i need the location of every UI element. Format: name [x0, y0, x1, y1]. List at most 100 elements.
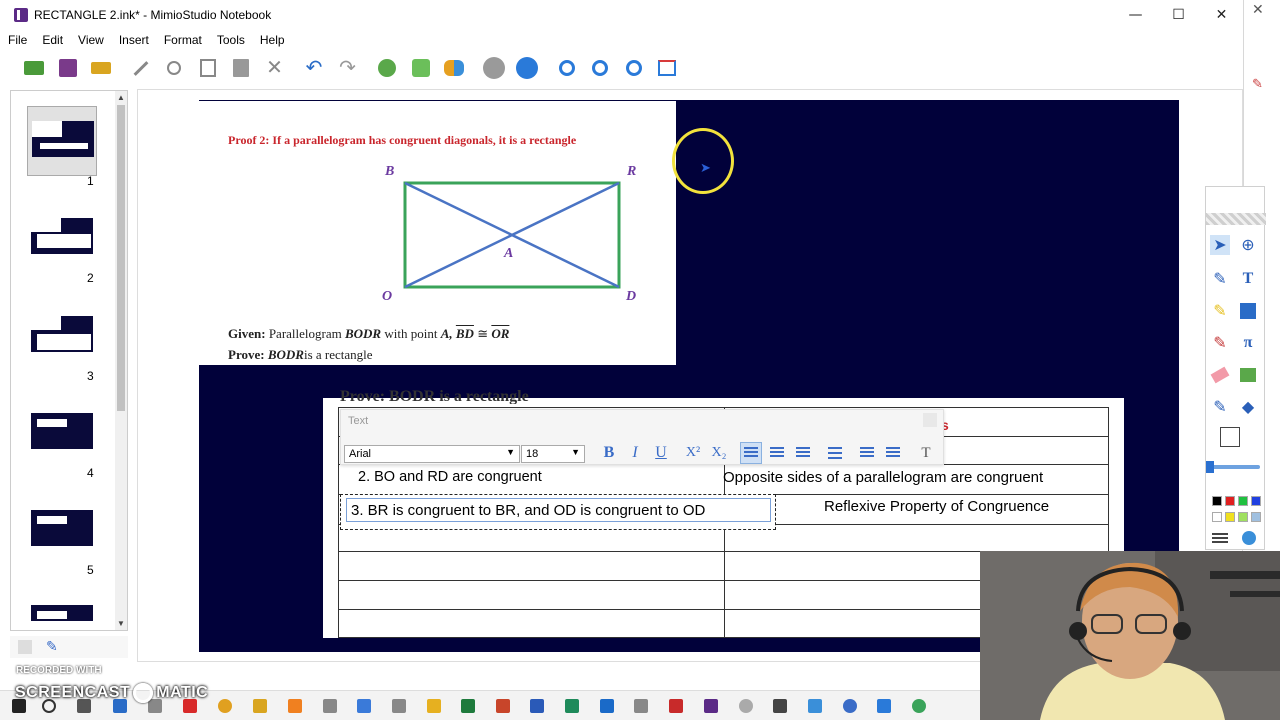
color-swatch[interactable]	[1212, 496, 1222, 506]
taskbar-app-icon[interactable]	[253, 699, 267, 713]
palette-icon[interactable]	[1242, 531, 1256, 545]
color-swatch[interactable]	[1251, 496, 1261, 506]
back-button[interactable]	[480, 54, 508, 82]
mimio-taskbar-icon[interactable]	[704, 699, 718, 713]
publisher-icon[interactable]	[565, 699, 579, 713]
taskbar-app-icon[interactable]	[843, 699, 857, 713]
slide-thumbnail-5[interactable]	[27, 496, 97, 566]
menu-view[interactable]: View	[70, 33, 111, 47]
minimize-button[interactable]: —	[1114, 0, 1157, 30]
clear-format-button[interactable]: T	[915, 442, 937, 464]
color-swatch[interactable]	[1238, 512, 1248, 522]
scroll-down-icon[interactable]: ▼	[117, 619, 125, 628]
file-explorer-icon[interactable]	[427, 699, 441, 713]
taskbar-app-icon[interactable]	[634, 699, 648, 713]
align-left-button[interactable]	[740, 442, 762, 464]
zoom-tool-icon[interactable]: ⊕	[1238, 235, 1258, 255]
recognition-tool-icon[interactable]: ✎	[1210, 333, 1230, 353]
superscript-button[interactable]: X²	[682, 442, 704, 464]
undo-button[interactable]: ↶	[300, 54, 328, 82]
edit-pen-icon[interactable]: ✎	[46, 638, 58, 655]
menu-tools[interactable]: Tools	[209, 33, 252, 47]
add-object-button[interactable]	[407, 54, 435, 82]
subscript-button[interactable]: X₂	[708, 442, 730, 464]
slide-thumbnail-1[interactable]	[27, 106, 97, 176]
outlook-icon[interactable]	[600, 699, 614, 713]
taskbar-app-icon[interactable]	[357, 699, 371, 713]
powerpoint-icon[interactable]	[496, 699, 510, 713]
math-tool-icon[interactable]: π	[1238, 333, 1258, 353]
cut-button[interactable]	[160, 54, 188, 82]
collaborate-button[interactable]	[440, 54, 468, 82]
recognize-button[interactable]	[127, 54, 155, 82]
color-swatch[interactable]	[1251, 512, 1261, 522]
shape-tool-icon[interactable]	[1238, 301, 1258, 321]
zoom-out-button[interactable]	[586, 54, 614, 82]
taskbar-app-icon[interactable]	[773, 699, 787, 713]
text-tool-icon[interactable]: T	[1238, 269, 1258, 289]
menu-insert[interactable]: Insert	[111, 33, 156, 47]
thumbnail-scrollbar[interactable]: ▲ ▼	[115, 91, 127, 630]
taskbar-app-icon[interactable]	[739, 699, 753, 713]
text-toolbar-close-button[interactable]	[923, 413, 937, 427]
slide-thumbnail-3[interactable]	[27, 302, 97, 372]
color-swatch[interactable]	[1238, 496, 1248, 506]
eraser-tool-icon[interactable]	[1210, 365, 1230, 385]
slide-thumbnail-2[interactable]	[27, 204, 97, 274]
fill-tool-icon[interactable]: ◆	[1238, 397, 1258, 417]
align-center-button[interactable]	[766, 442, 788, 464]
redo-button[interactable]: ↷	[334, 54, 362, 82]
taskbar-app-icon[interactable]	[323, 699, 337, 713]
color-preview-icon[interactable]	[1220, 427, 1240, 447]
tools-panel-grip[interactable]	[1206, 213, 1266, 225]
font-size-select[interactable]: 18 ▼	[521, 445, 585, 463]
menu-file[interactable]: File	[0, 33, 34, 47]
maximize-button[interactable]: ☐	[1157, 0, 1200, 30]
menu-help[interactable]: Help	[252, 33, 292, 47]
copy-button[interactable]	[194, 54, 222, 82]
close-button[interactable]: ✕	[1200, 0, 1243, 30]
eyedropper-tool-icon[interactable]: ✎	[1210, 397, 1230, 417]
underline-button[interactable]: U	[650, 442, 672, 464]
screen-capture-button[interactable]	[653, 54, 681, 82]
line-width-slider[interactable]	[1210, 465, 1260, 469]
color-swatch[interactable]	[1225, 496, 1235, 506]
pen-tool-icon[interactable]: ✎	[1210, 269, 1230, 289]
outdent-button[interactable]	[856, 442, 878, 464]
italic-button[interactable]: I	[624, 442, 646, 464]
import-button[interactable]	[20, 54, 48, 82]
highlighter-tool-icon[interactable]: ✎	[1210, 301, 1230, 321]
add-page-button[interactable]	[373, 54, 401, 82]
grid-view-icon[interactable]	[18, 640, 32, 654]
proof-image[interactable]: Proof 2: If a parallelogram has congruen…	[199, 101, 676, 365]
vlc-icon[interactable]	[288, 699, 302, 713]
menu-edit[interactable]: Edit	[34, 33, 70, 47]
select-tool-icon[interactable]: ➤	[1210, 235, 1230, 255]
bullet-list-button[interactable]	[824, 442, 846, 464]
delete-button[interactable]: ✕	[261, 54, 289, 82]
acrobat-icon[interactable]	[669, 699, 683, 713]
word-icon[interactable]	[530, 699, 544, 713]
color-swatch[interactable]	[1225, 512, 1235, 522]
reason-2[interactable]: Opposite sides of a parallelogram are co…	[723, 469, 1043, 486]
slide-thumbnail-6[interactable]	[27, 591, 97, 621]
zoom-fit-button[interactable]	[620, 54, 648, 82]
slider-knob[interactable]	[1206, 461, 1214, 473]
menu-format[interactable]: Format	[156, 33, 209, 47]
taskbar-app-icon[interactable]	[912, 699, 926, 713]
bold-button[interactable]: B	[598, 442, 620, 464]
color-swatch[interactable]	[1212, 512, 1222, 522]
chrome-icon[interactable]	[218, 699, 232, 713]
image-tool-icon[interactable]	[1238, 365, 1258, 385]
indent-button[interactable]	[882, 442, 904, 464]
scrollbar-thumb[interactable]	[117, 105, 125, 411]
zoom-in-button[interactable]	[553, 54, 581, 82]
taskbar-app-icon[interactable]	[808, 699, 822, 713]
scroll-up-icon[interactable]: ▲	[117, 93, 125, 102]
menu-icon[interactable]	[1212, 533, 1228, 543]
print-button[interactable]	[87, 54, 115, 82]
annotation-pen-icon[interactable]: ✎	[1252, 76, 1263, 92]
outer-close-icon[interactable]: ✕	[1252, 2, 1264, 18]
taskbar-app-icon[interactable]	[392, 699, 406, 713]
slide-thumbnail-4[interactable]	[27, 399, 97, 469]
